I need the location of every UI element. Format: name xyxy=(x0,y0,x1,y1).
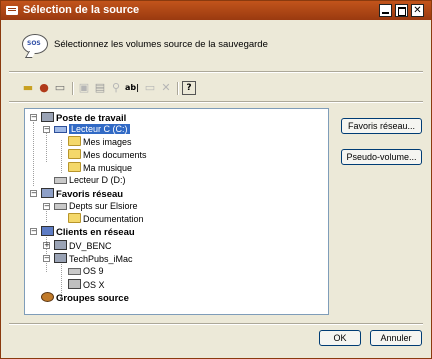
drive-icon[interactable]: ▭ xyxy=(53,81,67,95)
network-disabled-icon[interactable]: ▣ xyxy=(77,81,91,95)
tree-node-ma-musique[interactable]: Ma musique xyxy=(68,162,132,173)
window-icon xyxy=(6,6,18,15)
folder-icon xyxy=(68,149,81,159)
collapse-toggle[interactable]: − xyxy=(30,228,37,235)
source-tree[interactable]: − Poste de travail − Lecteur C (C:) Mes … xyxy=(24,108,329,315)
tree-node-lecteur-d[interactable]: Lecteur D (D:) xyxy=(54,175,126,186)
separator xyxy=(9,101,423,103)
tree-node-documentation[interactable]: Documentation xyxy=(68,213,144,224)
delete-disabled-icon[interactable]: ✕ xyxy=(159,81,173,95)
network-clients-icon xyxy=(41,226,54,236)
separator xyxy=(9,323,423,325)
tree-node-groupes-source[interactable]: Groupes source xyxy=(41,292,129,304)
collapse-toggle[interactable]: − xyxy=(43,126,50,133)
tree-node-poste-de-travail[interactable]: Poste de travail xyxy=(41,112,126,124)
collapse-toggle[interactable]: − xyxy=(30,190,37,197)
tree-node-depts[interactable]: Depts sur Elsiore xyxy=(54,201,138,212)
tree-node-favoris-reseau[interactable]: Favoris réseau xyxy=(41,188,123,200)
pseudo-volume-button[interactable]: Pseudo-volume... xyxy=(341,149,422,165)
user-settings-icon[interactable]: ● xyxy=(37,81,51,95)
volume-icon xyxy=(68,268,81,275)
collapse-toggle[interactable]: − xyxy=(30,114,37,121)
tree-node-mes-documents[interactable]: Mes documents xyxy=(68,149,147,160)
filter-disabled-icon[interactable]: ⚲ xyxy=(109,81,123,95)
tree-node-clients-en-reseau[interactable]: Clients en réseau xyxy=(41,226,135,238)
network-places-icon xyxy=(41,188,54,198)
computer-icon xyxy=(41,112,54,122)
folder-icon xyxy=(68,213,81,223)
minimize-button[interactable] xyxy=(379,4,392,17)
help-icon[interactable]: ? xyxy=(182,81,196,95)
collapse-toggle[interactable]: − xyxy=(43,203,50,210)
title-bar[interactable]: Sélection de la source ✕ xyxy=(1,1,431,20)
source-groups-icon xyxy=(41,292,54,302)
header-instruction: Sélectionnez les volumes source de la sa… xyxy=(54,39,268,50)
favoris-reseau-button[interactable]: Favoris réseau... xyxy=(341,118,422,134)
cancel-button[interactable]: Annuler xyxy=(370,330,422,346)
speech-bubble-icon: SOS xyxy=(22,34,48,58)
tree-node-osx[interactable]: OS X xyxy=(68,279,105,290)
mac-volume-icon xyxy=(68,279,81,289)
comment-disabled-icon[interactable]: ▭ xyxy=(143,81,157,95)
client-computer-icon xyxy=(54,253,67,263)
tree-node-techpubs-imac[interactable]: TechPubs_iMac xyxy=(54,253,133,264)
tree-node-dv-benc[interactable]: DV_BENC xyxy=(54,240,112,251)
tree-node-lecteur-c[interactable]: Lecteur C (C:) xyxy=(54,124,130,135)
collapse-toggle[interactable]: − xyxy=(43,255,50,262)
maximize-button[interactable] xyxy=(395,4,408,17)
folder-icon xyxy=(68,162,81,172)
rename-icon[interactable]: ab| xyxy=(125,81,139,95)
close-button[interactable]: ✕ xyxy=(411,4,424,17)
hard-drive-icon xyxy=(54,177,67,184)
window-title: Sélection de la source xyxy=(23,4,140,16)
folder-icon xyxy=(68,136,81,146)
hard-drive-icon xyxy=(54,126,67,133)
tree-node-mes-images[interactable]: Mes images xyxy=(68,136,132,147)
client-computer-icon xyxy=(54,240,67,250)
separator xyxy=(9,71,423,73)
tree-node-os9[interactable]: OS 9 xyxy=(68,266,104,277)
expand-toggle[interactable]: + xyxy=(43,242,50,249)
open-folder-icon[interactable]: ▬ xyxy=(21,81,35,95)
computer-disabled-icon[interactable]: ▤ xyxy=(93,81,107,95)
network-drive-icon xyxy=(54,203,67,210)
source-selection-dialog: Sélection de la source ✕ SOS Sélectionne… xyxy=(0,0,432,359)
ok-button[interactable]: OK xyxy=(319,330,361,346)
